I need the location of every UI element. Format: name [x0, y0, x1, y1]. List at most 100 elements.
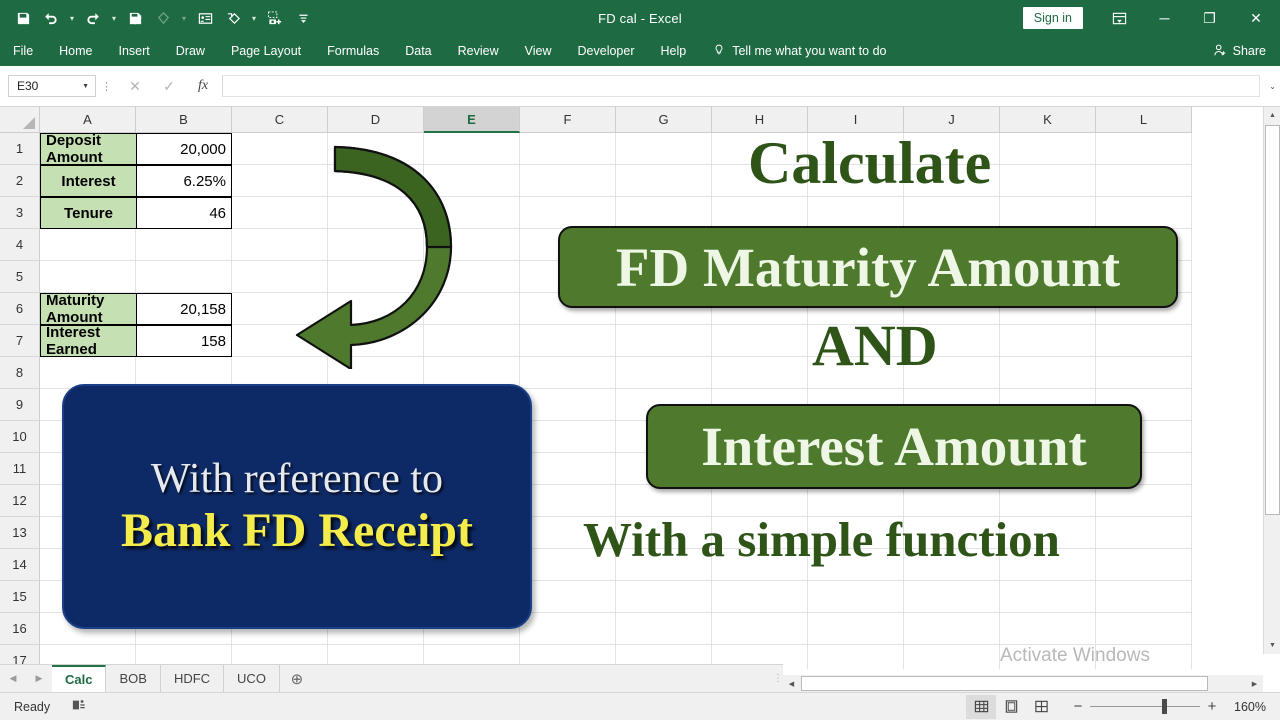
column-header-g[interactable]: G [616, 107, 712, 133]
insert-function-icon[interactable]: fx [186, 74, 220, 98]
zoom-slider[interactable] [1090, 699, 1200, 714]
cancel-entry-icon[interactable]: ✕ [118, 74, 152, 98]
cell-I15[interactable] [808, 581, 904, 613]
horizontal-scrollbar-thumb[interactable] [801, 676, 1208, 691]
undo-icon[interactable] [38, 3, 64, 33]
cell-K3[interactable] [1000, 197, 1096, 229]
ribbon-tab-developer[interactable]: Developer [565, 36, 648, 66]
cell-K16[interactable] [1000, 613, 1096, 645]
cell-H16[interactable] [712, 613, 808, 645]
cell-L14[interactable] [1096, 549, 1192, 581]
cell-F3[interactable] [520, 197, 616, 229]
sheet-tab-bob[interactable]: BOB [106, 665, 161, 692]
scroll-left-icon[interactable]: ◀ [783, 675, 800, 692]
expand-formula-bar-icon[interactable]: ⌄ [1269, 82, 1276, 91]
row-header-5[interactable]: 5 [0, 261, 40, 293]
cell-F16[interactable] [520, 613, 616, 645]
scroll-right-icon[interactable]: ▶ [1246, 675, 1263, 692]
cell-B4[interactable] [136, 229, 232, 261]
cell-J15[interactable] [904, 581, 1000, 613]
accessibility-checker-icon[interactable] [72, 698, 86, 715]
cell-F11[interactable] [520, 453, 616, 485]
sheet-tab-hdfc[interactable]: HDFC [161, 665, 225, 692]
cell-L12[interactable] [1096, 485, 1192, 517]
minimize-button[interactable]: ─ [1142, 0, 1187, 36]
cell-L16[interactable] [1096, 613, 1192, 645]
cell-F10[interactable] [520, 421, 616, 453]
ribbon-tab-insert[interactable]: Insert [106, 36, 163, 66]
cell-L3[interactable] [1096, 197, 1192, 229]
customize-quick-access-toolbar-icon[interactable] [290, 3, 316, 33]
restore-button[interactable]: ❐ [1187, 0, 1232, 36]
cell-G15[interactable] [616, 581, 712, 613]
zoom-level-label[interactable]: 160% [1224, 700, 1280, 714]
cell-G3[interactable] [616, 197, 712, 229]
cell-H8[interactable] [712, 357, 808, 389]
cell-F1[interactable] [520, 133, 616, 165]
save-icon[interactable] [10, 3, 36, 33]
shape-dropdown-icon[interactable]: ▾ [178, 3, 190, 33]
cell-F8[interactable] [520, 357, 616, 389]
select-all-corner[interactable] [0, 107, 40, 133]
row-header-1[interactable]: 1 [0, 133, 40, 165]
horizontal-scrollbar[interactable]: ◀ ▶ [783, 675, 1263, 692]
row-header-13[interactable]: 13 [0, 517, 40, 549]
row-header-16[interactable]: 16 [0, 613, 40, 645]
row-header-15[interactable]: 15 [0, 581, 40, 613]
column-header-k[interactable]: K [1000, 107, 1096, 133]
cell-G1[interactable] [616, 133, 712, 165]
cell-G16[interactable] [616, 613, 712, 645]
row-header-9[interactable]: 9 [0, 389, 40, 421]
zoom-slider-thumb[interactable] [1162, 699, 1167, 714]
cell-G8[interactable] [616, 357, 712, 389]
row-header-7[interactable]: 7 [0, 325, 40, 357]
zoom-in-button[interactable]: + [1200, 698, 1224, 715]
cell-L8[interactable] [1096, 357, 1192, 389]
next-sheet-icon[interactable]: ▶ [26, 666, 52, 692]
close-button[interactable]: ✕ [1232, 0, 1280, 36]
sheet-tab-calc[interactable]: Calc [52, 665, 107, 692]
column-header-l[interactable]: L [1096, 107, 1192, 133]
cell-B5[interactable] [136, 261, 232, 293]
cell-J3[interactable] [904, 197, 1000, 229]
cell-J17[interactable] [904, 645, 1000, 669]
previous-sheet-icon[interactable]: ◀ [0, 666, 26, 692]
cell-G7[interactable] [616, 325, 712, 357]
row-header-10[interactable]: 10 [0, 421, 40, 453]
cell-L15[interactable] [1096, 581, 1192, 613]
new-comment-dropdown-icon[interactable]: ▾ [248, 3, 260, 33]
cell-I17[interactable] [808, 645, 904, 669]
cell-F9[interactable] [520, 389, 616, 421]
cell-I3[interactable] [808, 197, 904, 229]
cell-I16[interactable] [808, 613, 904, 645]
ribbon-tab-data[interactable]: Data [392, 36, 444, 66]
tab-split-handle[interactable]: ⋮ [773, 665, 783, 693]
new-comment-icon[interactable] [220, 3, 246, 33]
normal-view-icon[interactable] [966, 694, 996, 719]
cell-A1[interactable]: Deposit Amount [40, 133, 136, 165]
cell-A2[interactable]: Interest [40, 165, 136, 197]
column-header-f[interactable]: F [520, 107, 616, 133]
ribbon-tab-help[interactable]: Help [648, 36, 700, 66]
cell-L7[interactable] [1096, 325, 1192, 357]
shape-icon[interactable] [150, 3, 176, 33]
cell-K1[interactable] [1000, 133, 1096, 165]
cell-H3[interactable] [712, 197, 808, 229]
name-box[interactable]: E30 ▼ [8, 75, 96, 97]
ribbon-tab-review[interactable]: Review [445, 36, 512, 66]
row-header-3[interactable]: 3 [0, 197, 40, 229]
screenshot-icon[interactable] [262, 3, 288, 33]
cell-A6[interactable]: Maturity Amount [40, 293, 136, 325]
cell-F2[interactable] [520, 165, 616, 197]
cell-L17[interactable] [1096, 645, 1192, 669]
ribbon-tab-page-layout[interactable]: Page Layout [218, 36, 314, 66]
row-header-4[interactable]: 4 [0, 229, 40, 261]
add-sheet-button[interactable]: ⊕ [280, 666, 314, 692]
ribbon-tab-file[interactable]: File [0, 36, 46, 66]
cell-K2[interactable] [1000, 165, 1096, 197]
ribbon-tab-formulas[interactable]: Formulas [314, 36, 392, 66]
share-button[interactable]: Share [1213, 43, 1266, 60]
ribbon-tab-view[interactable]: View [512, 36, 565, 66]
vertical-scrollbar[interactable]: ▲ ▼ [1263, 107, 1280, 654]
cell-L13[interactable] [1096, 517, 1192, 549]
